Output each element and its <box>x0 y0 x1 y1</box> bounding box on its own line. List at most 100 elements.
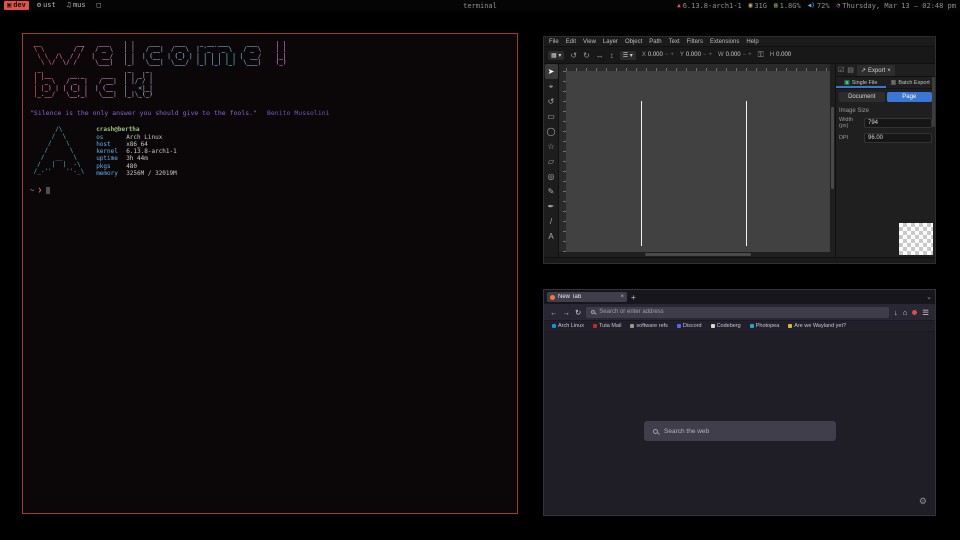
new-tab-button[interactable]: + <box>631 293 636 302</box>
box3d-tool[interactable]: ▱ <box>545 154 558 169</box>
bookmark-folder-software-refs[interactable]: software refs <box>630 323 667 329</box>
w-value[interactable]: 0.000 <box>726 52 741 58</box>
checkbox-dialog-icon[interactable]: ☑ <box>838 66 844 76</box>
web-search-input[interactable]: Search the web <box>644 421 836 441</box>
workspace-ust[interactable]: ⚙ ust <box>34 1 59 10</box>
flip-horizontal-icon[interactable]: ↔ <box>596 51 604 60</box>
close-icon[interactable]: × <box>887 68 891 74</box>
clock-icon: ◔ <box>837 2 841 9</box>
menu-path[interactable]: Path <box>649 39 661 45</box>
align-dropdown[interactable]: ☰ ▾ <box>620 51 636 60</box>
pen-tool[interactable]: ✒ <box>545 199 558 214</box>
terminal-window[interactable]: __ __ ___ | | ___ ___ _ __ ___ ___ | | \… <box>22 33 518 514</box>
canvas[interactable] <box>566 71 830 252</box>
inkscape-window[interactable]: File Edit View Layer Object Path Text Fi… <box>543 36 936 264</box>
document-button[interactable]: Document <box>839 92 885 102</box>
workspace-mus[interactable]: ♫ mus <box>64 1 89 10</box>
flip-vertical-icon[interactable]: ↕ <box>610 51 614 60</box>
tab-new-tab[interactable]: New Tab × <box>547 292 627 302</box>
page-settings-gear-icon[interactable]: ⚙ <box>919 497 927 506</box>
rotate-cw-icon[interactable]: ↻ <box>583 51 590 60</box>
plus-stepper[interactable]: + <box>708 52 712 58</box>
export-icon: ↗ <box>861 67 866 74</box>
bookmark-tuta-mail[interactable]: Tuta Mail <box>593 323 621 329</box>
plus-stepper[interactable]: + <box>670 52 674 58</box>
reload-button[interactable]: ↻ <box>575 308 581 317</box>
width-row: Width (px) 794 <box>836 115 935 131</box>
menu-object[interactable]: Object <box>625 39 642 45</box>
bookmark-arch-linux[interactable]: Arch Linux <box>552 323 584 329</box>
bookmark-are-we-wayland-yet[interactable]: Are we Wayland yet? <box>788 323 846 329</box>
menu-layer[interactable]: Layer <box>603 39 618 45</box>
calligraphy-tool[interactable]: / <box>545 214 558 229</box>
menu-view[interactable]: View <box>583 39 596 45</box>
back-button[interactable]: ← <box>550 308 558 317</box>
minus-stepper[interactable]: − <box>665 52 669 58</box>
prompt-char: ❯ <box>38 186 42 194</box>
menu-extensions[interactable]: Extensions <box>710 39 739 45</box>
quote-text: "Silence is the only answer you should g… <box>30 109 257 117</box>
h-field[interactable]: H 0.000 <box>770 52 791 58</box>
home-icon[interactable]: ⌂ <box>903 308 908 317</box>
lock-ratio-icon[interactable]: ⚿ <box>758 50 764 60</box>
minus-stepper[interactable]: − <box>743 52 747 58</box>
menu-edit[interactable]: Edit <box>566 39 576 45</box>
w-field[interactable]: W 0.000 − + <box>718 52 752 58</box>
info-row: kernel6.13.8-arch1-1 <box>96 148 177 155</box>
selection-mode-dropdown[interactable]: ▦ ▾ <box>548 51 564 60</box>
ellipse-tool[interactable]: ◯ <box>545 124 558 139</box>
logo-line: / __ \ <box>30 154 84 161</box>
h-value[interactable]: 0.000 <box>776 52 791 58</box>
browser-window[interactable]: New Tab × + ⌄ ← → ↻ Search or enter addr… <box>543 289 936 516</box>
export-preview-thumbnail <box>899 223 933 255</box>
rotate-ccw-icon[interactable]: ↺ <box>570 51 577 60</box>
volume-module[interactable]: ◀) 72% <box>808 2 830 10</box>
y-field[interactable]: Y 0.000 − + <box>680 52 712 58</box>
x-value[interactable]: 0.000 <box>648 52 663 58</box>
dpi-input[interactable]: 96.00 <box>864 133 932 143</box>
scroll-thumb[interactable] <box>645 253 751 256</box>
batch-export-tab[interactable]: ▦ Batch Export <box>886 77 936 88</box>
star-tool[interactable]: ☆ <box>545 139 558 154</box>
workspace-label: dev <box>13 1 26 10</box>
bookmark-codeberg[interactable]: Codeberg <box>711 323 741 329</box>
url-bar[interactable]: Search or enter address <box>586 307 889 318</box>
menu-filters[interactable]: Filters <box>687 39 703 45</box>
node-tool[interactable]: ⌖ <box>545 79 558 94</box>
workspace-dev[interactable]: ▣ dev <box>4 1 29 10</box>
width-input[interactable]: 794 <box>864 118 932 128</box>
menu-text[interactable]: Text <box>669 39 680 45</box>
info-row: uptime3h 44m <box>96 155 177 162</box>
close-icon[interactable]: × <box>620 294 624 300</box>
pencil-tool[interactable]: ✎ <box>545 184 558 199</box>
extension-icon[interactable] <box>912 310 917 315</box>
single-file-tab[interactable]: ▣ Single File <box>836 77 886 88</box>
layers-dialog-icon[interactable]: ▤ <box>847 66 854 76</box>
x-field[interactable]: X 0.000 − + <box>642 52 674 58</box>
rectangle-tool[interactable]: ▭ <box>545 109 558 124</box>
inkscape-statusbar <box>544 257 935 263</box>
menu-help[interactable]: Help <box>746 39 758 45</box>
export-tab-label: Export <box>868 68 885 74</box>
export-tab[interactable]: ↗ Export × <box>857 65 895 76</box>
bookmark-photopea[interactable]: Photopea <box>750 323 780 329</box>
plus-stepper[interactable]: + <box>748 52 752 58</box>
selector-tool[interactable]: ➤ <box>545 64 558 79</box>
downloads-icon[interactable]: ↓ <box>894 308 898 317</box>
panel-scrollbar[interactable] <box>932 77 935 127</box>
shell-prompt[interactable]: ~ ❯ <box>30 186 510 194</box>
shape-builder-tool[interactable]: ↺ <box>545 94 558 109</box>
chevron-down-icon[interactable]: ⌄ <box>926 293 932 301</box>
y-value[interactable]: 0.000 <box>686 52 701 58</box>
menu-icon[interactable]: ☰ <box>922 308 929 317</box>
workspace-empty[interactable]: □ <box>94 1 104 10</box>
menu-file[interactable]: File <box>549 39 559 45</box>
page-button[interactable]: Page <box>887 92 933 102</box>
url-placeholder: Search or enter address <box>599 309 663 315</box>
minus-stepper[interactable]: − <box>703 52 707 58</box>
bookmark-discord[interactable]: Discord <box>677 323 702 329</box>
scroll-thumb[interactable] <box>831 107 834 188</box>
spiral-tool[interactable]: ◎ <box>545 169 558 184</box>
forward-button[interactable]: → <box>563 308 571 317</box>
text-tool[interactable]: A <box>545 229 558 244</box>
